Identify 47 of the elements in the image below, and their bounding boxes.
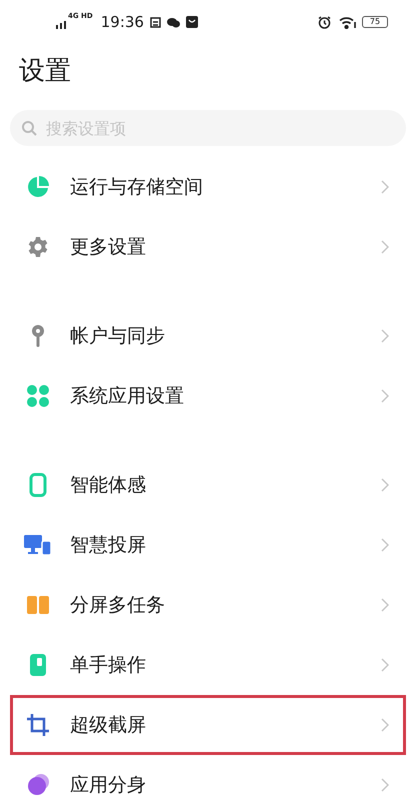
alarm-icon <box>318 16 331 28</box>
battery-indicator: 75 <box>362 16 388 28</box>
row-label: 智慧投屏 <box>70 532 147 558</box>
row-label: 运行与存储空间 <box>70 174 204 200</box>
wifi-icon <box>339 16 356 28</box>
chevron-right-icon <box>381 718 389 732</box>
clock-time: 19:36 <box>100 12 144 33</box>
chevron-right-icon <box>381 180 389 194</box>
settings-row[interactable]: 单手操作 <box>10 635 406 695</box>
row-label: 单手操作 <box>70 652 147 678</box>
settings-row[interactable]: 运行与存储空间 <box>10 157 406 217</box>
gear-icon <box>26 235 50 259</box>
search-icon <box>21 120 37 136</box>
circles-icon <box>26 773 50 797</box>
row-label: 分屏多任务 <box>70 592 166 618</box>
notification-icon <box>150 16 161 28</box>
settings-row[interactable]: 更多设置 <box>10 217 406 277</box>
settings-row[interactable]: 超级截屏 <box>10 695 406 755</box>
settings-row[interactable]: 智能体感 <box>10 455 406 515</box>
chevron-right-icon <box>381 658 389 672</box>
monitor-phone-icon <box>24 533 52 557</box>
settings-row[interactable]: 应用分身 <box>10 755 406 800</box>
row-label: 应用分身 <box>70 772 147 798</box>
settings-row[interactable]: 系统应用设置 <box>10 366 406 426</box>
row-label: 超级截屏 <box>70 712 147 738</box>
row-label: 系统应用设置 <box>70 384 185 409</box>
row-label: 更多设置 <box>70 234 147 260</box>
bag-icon <box>186 16 198 28</box>
settings-row[interactable]: 帐户与同步 <box>10 306 406 366</box>
chevron-right-icon <box>381 329 389 343</box>
chevron-right-icon <box>381 598 389 612</box>
chat-icon <box>166 16 180 28</box>
settings-row[interactable]: 智慧投屏 <box>10 515 406 575</box>
chevron-right-icon <box>381 389 389 403</box>
chevron-right-icon <box>381 240 389 254</box>
page-title: 设置 <box>19 58 71 84</box>
pie-chart-icon <box>26 175 50 199</box>
chevron-right-icon <box>381 478 389 492</box>
split-screen-icon <box>26 593 50 617</box>
crop-icon <box>26 713 50 737</box>
row-label: 智能体感 <box>70 472 147 498</box>
four-leaf-icon <box>26 384 50 408</box>
chevron-right-icon <box>381 778 389 792</box>
settings-row[interactable]: 分屏多任务 <box>10 575 406 635</box>
signal-icon <box>56 21 66 29</box>
chevron-right-icon <box>381 538 389 552</box>
row-label: 帐户与同步 <box>70 324 166 349</box>
